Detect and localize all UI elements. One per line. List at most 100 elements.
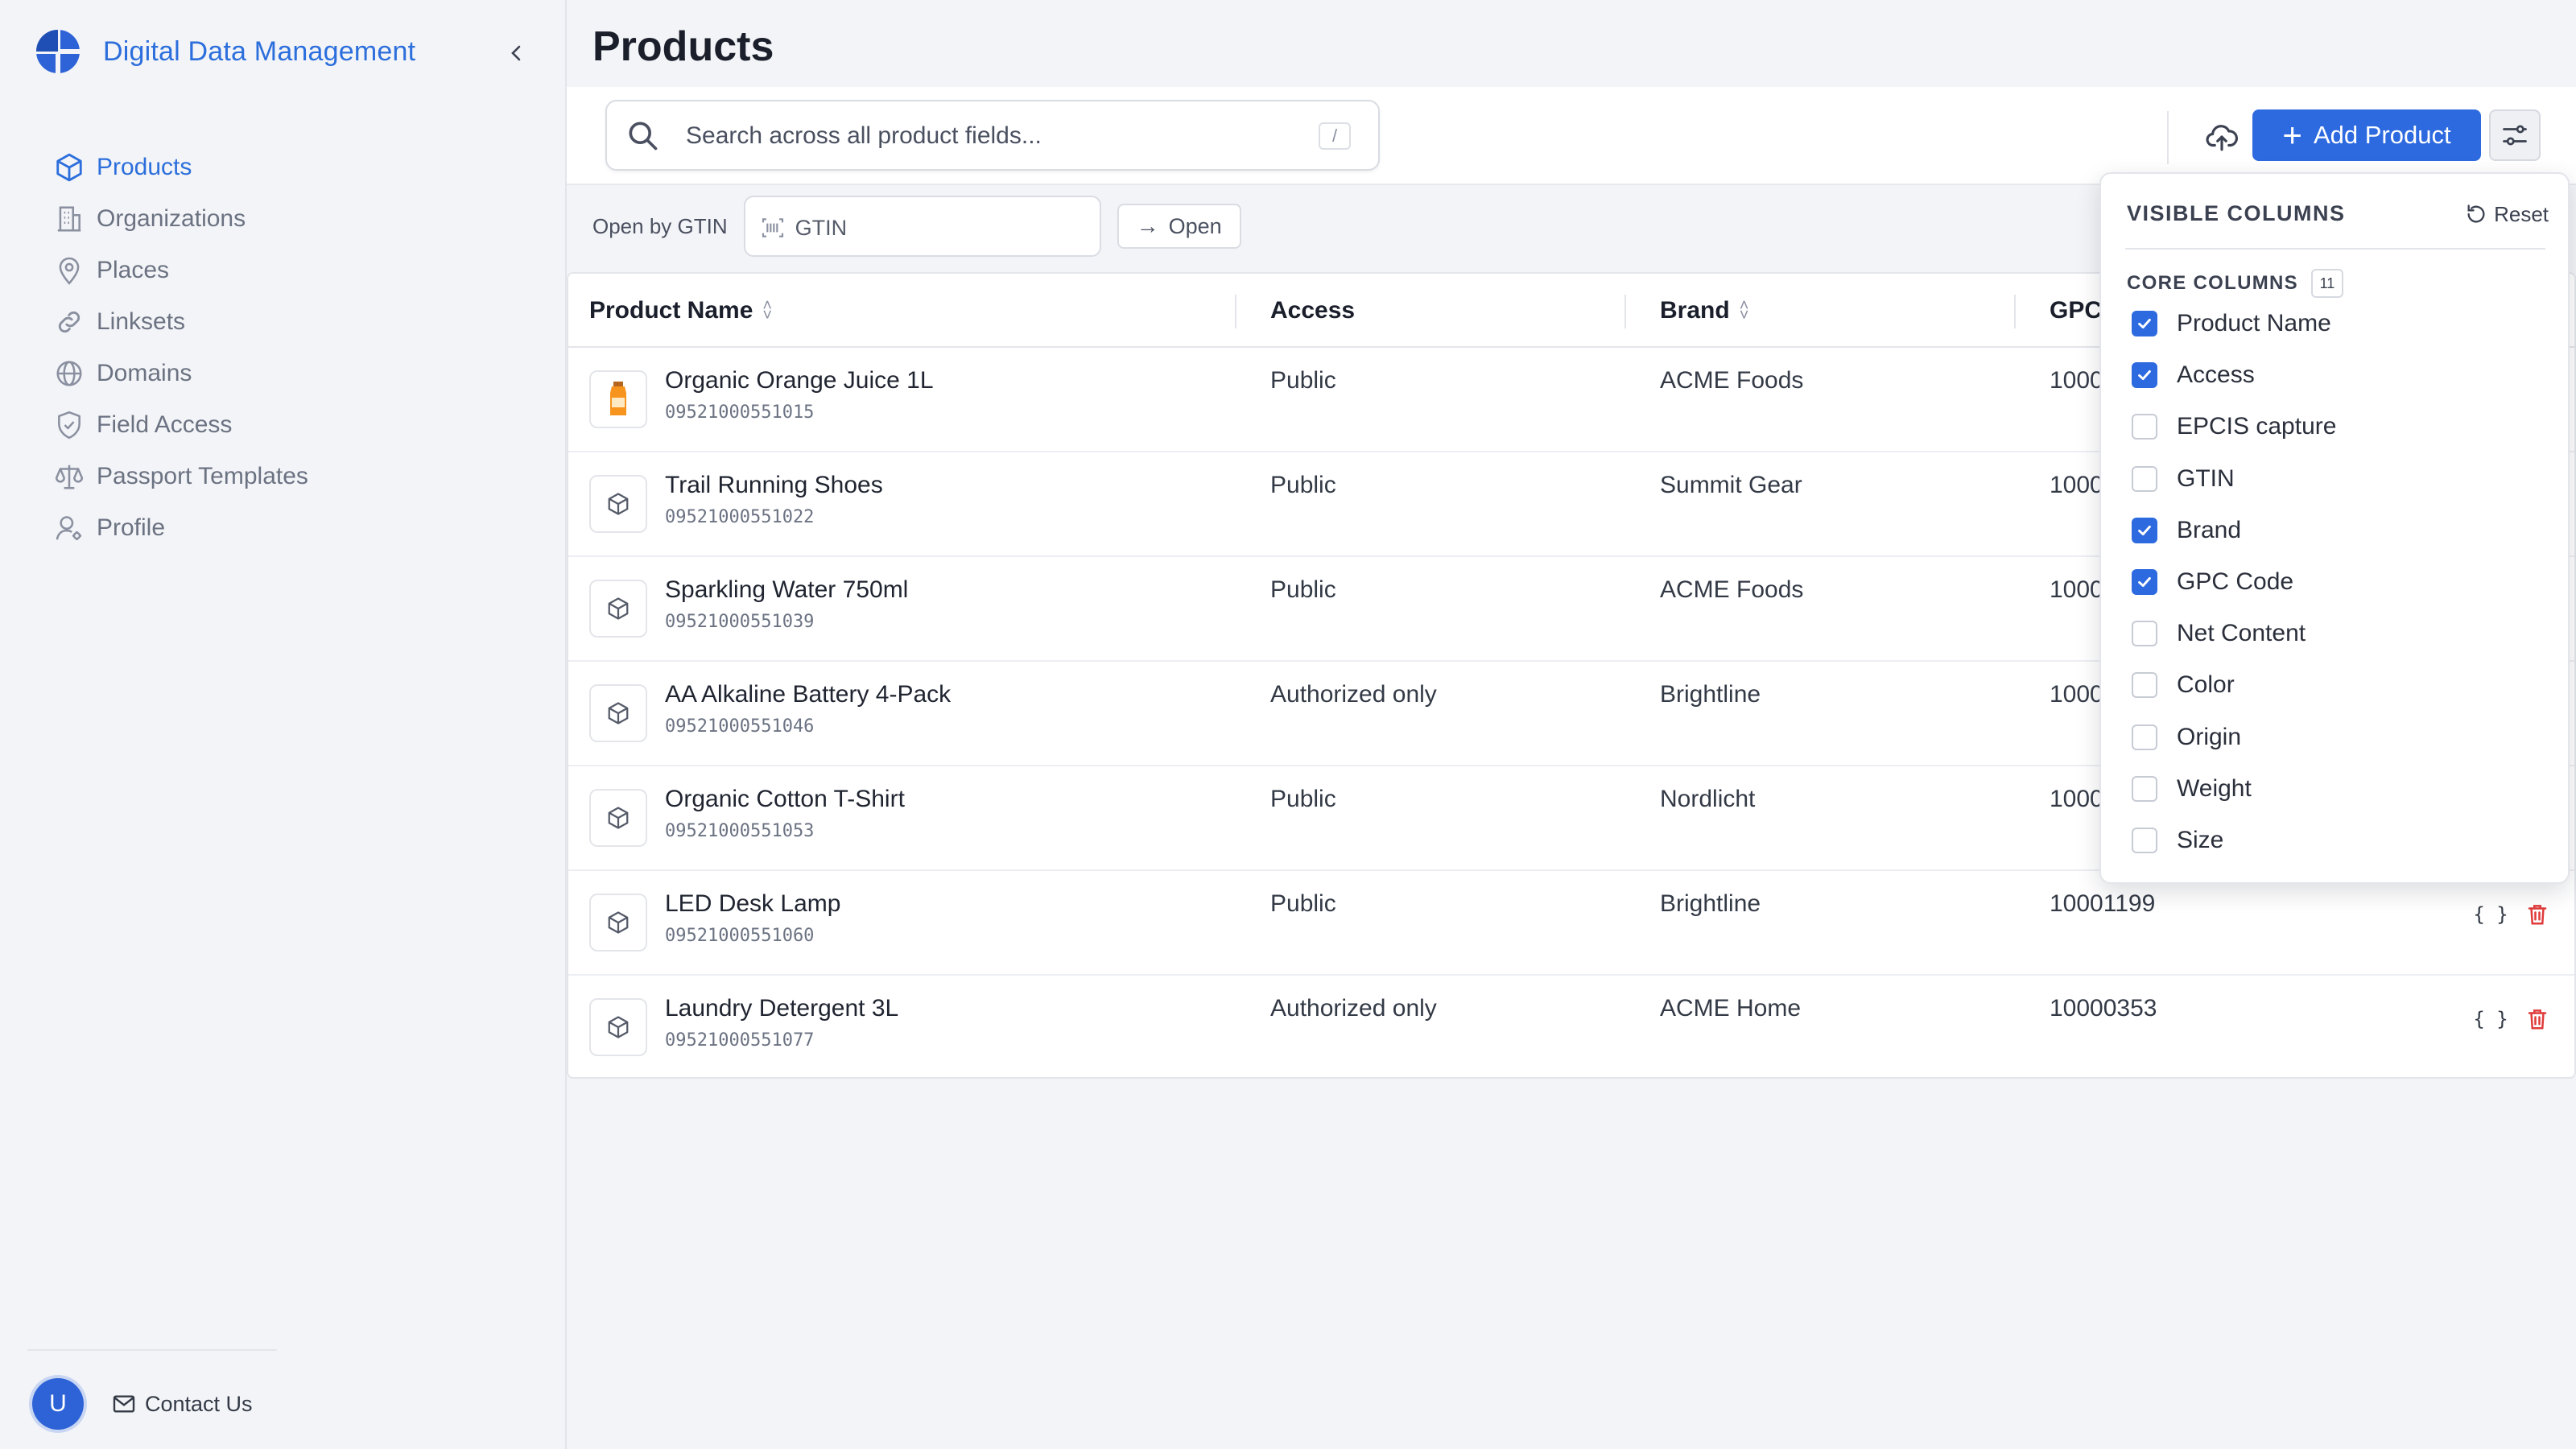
- reset-columns-button[interactable]: Reset: [2465, 196, 2549, 232]
- sidebar-item-label: Profile: [97, 514, 166, 541]
- sidebar-item-field-access[interactable]: Field Access: [52, 399, 308, 451]
- column-toggle-gtin[interactable]: GTIN: [2132, 456, 2235, 502]
- checkbox[interactable]: [2132, 828, 2157, 853]
- column-toggle-epcis-capture[interactable]: EPCIS capture: [2132, 404, 2336, 449]
- open-gtin-button[interactable]: → Open: [1117, 204, 1241, 249]
- column-toggle-weight[interactable]: Weight: [2132, 766, 2252, 811]
- checkbox[interactable]: [2132, 465, 2157, 492]
- add-product-button[interactable]: + Add Product: [2252, 109, 2481, 161]
- trash-icon: [2528, 905, 2547, 925]
- table-row[interactable]: Laundry Detergent 3L 09521000551077 Auth…: [568, 976, 2574, 1077]
- column-settings-button[interactable]: [2489, 109, 2541, 161]
- sidebar-item-domains[interactable]: Domains: [52, 348, 308, 399]
- collapse-sidebar-button[interactable]: [499, 35, 535, 71]
- chevron-left-icon: [511, 45, 521, 61]
- delete-button[interactable]: [2520, 1001, 2555, 1037]
- column-header-brand[interactable]: Brand ˄ ˅: [1660, 274, 1748, 348]
- product-gtin: 09521000551053: [665, 821, 815, 841]
- column-count-badge: 11: [2310, 269, 2343, 298]
- brand-cell: Brightline: [1660, 681, 1761, 708]
- column-toggle-product-name[interactable]: Product Name: [2132, 301, 2331, 346]
- sidebar: Digital Data Management Products Organiz…: [0, 0, 567, 1449]
- checkbox[interactable]: [2132, 362, 2157, 389]
- table-row[interactable]: LED Desk Lamp 09521000551060 Public Brig…: [568, 871, 2574, 976]
- search-box: /: [605, 100, 1380, 171]
- checkbox[interactable]: [2132, 414, 2157, 440]
- product-name: LED Desk Lamp: [665, 890, 841, 917]
- checkbox[interactable]: [2132, 569, 2157, 595]
- sidebar-item-products[interactable]: Products: [52, 142, 308, 193]
- product-name: Organic Orange Juice 1L: [665, 367, 934, 394]
- gtin-input[interactable]: [795, 212, 1085, 244]
- access-cell: Public: [1270, 367, 1336, 394]
- sidebar-item-organizations[interactable]: Organizations: [52, 193, 308, 245]
- view-json-button[interactable]: { }: [2473, 897, 2508, 932]
- checkbox[interactable]: [2132, 672, 2157, 699]
- search-icon: [629, 122, 658, 151]
- core-columns-section: CORE COLUMNS 11: [2127, 269, 2343, 298]
- access-cell: Authorized only: [1270, 995, 1437, 1022]
- gpc-cell: 1000: [2050, 472, 2103, 498]
- column-header-access[interactable]: Access: [1270, 274, 1355, 348]
- sort-icon[interactable]: ˄ ˅: [1740, 298, 1749, 324]
- package-icon: [608, 1016, 629, 1038]
- gpc-cell: 10001199: [2050, 890, 2156, 917]
- column-toggle-gpc-code[interactable]: GPC Code: [2132, 559, 2293, 605]
- product-gtin: 09521000551060: [665, 926, 815, 946]
- avatar[interactable]: U: [32, 1378, 84, 1430]
- sidebar-item-profile[interactable]: Profile: [52, 502, 308, 554]
- app-title: Digital Data Management: [103, 35, 416, 67]
- product-name: Laundry Detergent 3L: [665, 995, 899, 1022]
- column-toggle-net-content[interactable]: Net Content: [2132, 611, 2306, 656]
- column-toggle-origin[interactable]: Origin: [2132, 715, 2241, 760]
- sidebar-item-label: Passport Templates: [97, 463, 308, 489]
- plus-icon: +: [2282, 116, 2302, 154]
- column-label: GPC Code: [2177, 568, 2294, 595]
- search-input[interactable]: [686, 116, 1298, 156]
- contact-us-link[interactable]: Contact Us: [111, 1386, 253, 1422]
- delete-button[interactable]: [2520, 897, 2555, 932]
- column-header-label: Product Name: [589, 297, 753, 324]
- juice-bottle-icon: [610, 382, 626, 415]
- column-header-product-name[interactable]: Product Name ˄ ˅: [589, 274, 772, 348]
- checkbox[interactable]: [2132, 724, 2157, 750]
- sliders-icon: [2503, 125, 2527, 146]
- divider: [27, 1349, 277, 1351]
- column-toggle-color[interactable]: Color: [2132, 663, 2235, 708]
- checkbox[interactable]: [2132, 775, 2157, 802]
- visible-columns-popover: VISIBLE COLUMNS Reset CORE COLUMNS 11 Pr…: [2099, 172, 2570, 884]
- sidebar-item-label: Field Access: [97, 411, 233, 438]
- checkbox[interactable]: [2132, 311, 2157, 336]
- brand-cell: Summit Gear: [1660, 472, 1802, 498]
- divider: [2167, 111, 2169, 164]
- sidebar-item-passport-templates[interactable]: Passport Templates: [52, 451, 308, 502]
- gpc-cell: 1000: [2050, 576, 2103, 603]
- column-label: Weight: [2177, 774, 2252, 802]
- product-gtin: 09521000551039: [665, 612, 815, 632]
- sidebar-item-places[interactable]: Places: [52, 245, 308, 296]
- page-title: Products: [592, 23, 774, 70]
- contact-us-label: Contact Us: [145, 1391, 253, 1416]
- gpc-cell: 1000: [2050, 681, 2103, 708]
- brand[interactable]: Digital Data Management: [35, 29, 415, 74]
- column-label: Product Name: [2177, 310, 2331, 336]
- gtin-label: Open by GTIN: [592, 213, 728, 238]
- row-actions: { }: [2473, 1001, 2555, 1037]
- product-thumbnail: [589, 580, 647, 638]
- sort-icon[interactable]: ˄ ˅: [762, 298, 772, 324]
- checkbox[interactable]: [2132, 517, 2157, 543]
- package-icon: [608, 911, 629, 934]
- view-json-button[interactable]: { }: [2473, 1001, 2508, 1037]
- reset-label: Reset: [2494, 201, 2549, 226]
- sidebar-item-label: Products: [97, 154, 192, 180]
- cloud-upload-icon: [2206, 125, 2238, 151]
- gpc-cell: 10000353: [2050, 995, 2157, 1022]
- column-toggle-size[interactable]: Size: [2132, 818, 2223, 863]
- column-toggle-brand[interactable]: Brand: [2132, 508, 2241, 553]
- checkbox[interactable]: [2132, 621, 2157, 647]
- upload-button[interactable]: [2201, 116, 2243, 158]
- sidebar-item-linksets[interactable]: Linksets: [52, 296, 308, 348]
- product-name: Organic Cotton T-Shirt: [665, 786, 905, 812]
- column-label: Origin: [2177, 723, 2242, 750]
- column-toggle-access[interactable]: Access: [2132, 353, 2255, 398]
